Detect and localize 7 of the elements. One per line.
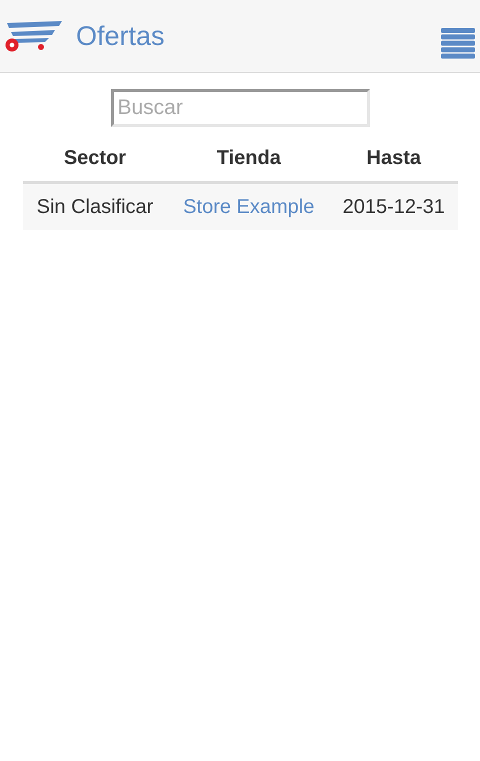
menu-button[interactable] <box>441 28 475 58</box>
table-cell: Sin Clasificar <box>22 182 168 230</box>
store-link[interactable]: Store Example <box>183 196 314 218</box>
search-field[interactable]: Buscar <box>110 89 370 127</box>
table-cell: 2015-12-31 <box>330 182 458 230</box>
page-title: Ofertas <box>76 20 166 52</box>
cart-logo-icon <box>3 20 63 52</box>
